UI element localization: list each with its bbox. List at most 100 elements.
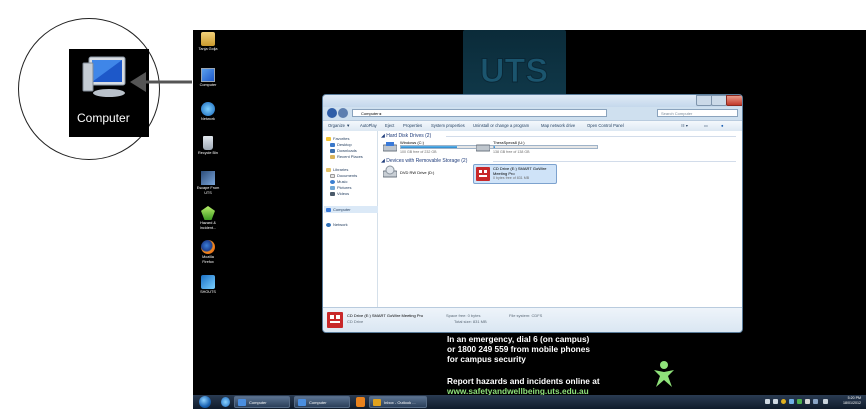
- preview-pane-button[interactable]: ▭: [704, 123, 708, 128]
- network-icon: [201, 102, 215, 116]
- system-properties-button[interactable]: System properties: [431, 123, 465, 128]
- computer-icon: [298, 399, 306, 406]
- drive-c-usage-fill: [401, 146, 457, 148]
- music-icon: [330, 179, 335, 184]
- drive-cd-selected[interactable]: CD Drive (E:) SMART GoWire Meeting Pro 0…: [473, 164, 557, 184]
- drive-u-usage-fill: [494, 146, 496, 148]
- tray-icon[interactable]: [781, 399, 786, 404]
- nav-libraries[interactable]: Libraries: [326, 167, 348, 172]
- content-pane: ◢ Hard Disk Drives (2) Windows (C:) 100 …: [378, 131, 742, 307]
- hazard-figure-icon: [654, 361, 674, 387]
- computer-icon: [326, 207, 331, 212]
- help-icon[interactable]: ●: [721, 123, 724, 128]
- firefox-icon: [201, 240, 215, 254]
- tray-icon[interactable]: [773, 399, 778, 404]
- eject-button[interactable]: Eject: [385, 123, 394, 128]
- desktop-icon-shouts[interactable]: SHOUTS: [196, 275, 220, 295]
- nav-desktop[interactable]: Desktop: [330, 142, 352, 147]
- computer-icon: [201, 68, 215, 82]
- internet-explorer-icon[interactable]: [221, 397, 230, 407]
- media-player-icon[interactable]: [356, 397, 365, 407]
- outlook-icon: [373, 399, 381, 406]
- desktop-icon-escape[interactable]: Escape From UTS: [196, 171, 220, 195]
- tray-icon[interactable]: [765, 399, 770, 404]
- callout-arrow: [130, 72, 192, 92]
- nav-favorites[interactable]: Favorites: [326, 136, 349, 141]
- control-panel-button[interactable]: Open Control Panel: [587, 123, 624, 128]
- properties-button[interactable]: Properties: [403, 123, 422, 128]
- hard-drive-icon: [476, 144, 490, 152]
- search-input[interactable]: Search Computer: [657, 109, 738, 117]
- documents-icon: [330, 173, 335, 178]
- group-header-removable[interactable]: ◢ Devices with Removable Storage (2): [381, 158, 467, 164]
- group-divider: [446, 136, 736, 137]
- address-row: Computer ▸ Search Computer: [327, 108, 738, 118]
- nav-documents[interactable]: Documents: [330, 173, 357, 178]
- hazard-icon: [201, 206, 215, 220]
- views-button[interactable]: ☷ ▾: [681, 123, 688, 128]
- svg-text:UTS: UTS: [480, 52, 548, 90]
- star-icon: [326, 136, 331, 141]
- emergency-message: In an emergency, dial 6 (on campus) or 1…: [447, 334, 590, 364]
- nav-music[interactable]: Music: [330, 179, 347, 184]
- recent-places-icon: [330, 154, 335, 159]
- volume-icon[interactable]: [823, 399, 828, 404]
- group-divider: [493, 161, 736, 162]
- details-pane: CD Drive (E:) SMART GoWire Meeting Pro C…: [323, 307, 742, 332]
- desktop: Tanja Golja Computer Network Recycle Bin…: [193, 30, 866, 409]
- organize-button[interactable]: Organize ▼: [328, 123, 350, 128]
- user-folder-icon: [201, 32, 215, 46]
- nav-downloads[interactable]: Downloads: [330, 148, 357, 153]
- minimize-button[interactable]: [696, 95, 712, 106]
- network-icon: [326, 222, 331, 227]
- desktop-icon-user[interactable]: Tanja Golja: [196, 32, 220, 52]
- nav-network[interactable]: Network: [326, 222, 348, 227]
- videos-icon: [330, 191, 335, 196]
- uninstall-button[interactable]: Uninstall or change a program: [473, 123, 529, 128]
- desktop-icon-recycle-bin[interactable]: Recycle Bin: [196, 136, 220, 156]
- escape-icon: [201, 171, 215, 185]
- desktop-icon-hazard[interactable]: Hazard & Incident...: [196, 206, 220, 230]
- taskbar-button-outlook[interactable]: Inbox - Outlook ...: [369, 396, 427, 408]
- smart-meeting-pro-icon: [327, 312, 343, 328]
- desktop-icon-computer[interactable]: Computer: [196, 68, 220, 88]
- downloads-icon: [330, 148, 335, 153]
- report-message: Report hazards and incidents online at w…: [447, 376, 600, 396]
- pictures-icon: [330, 185, 335, 190]
- hard-drive-icon: [383, 142, 397, 152]
- nav-computer[interactable]: Computer: [324, 206, 378, 213]
- explorer-window: Computer ▸ Search Computer Organize ▼ Au…: [322, 94, 743, 333]
- libraries-icon: [326, 167, 331, 172]
- dvd-drive-icon: [383, 165, 397, 178]
- maximize-button[interactable]: [711, 95, 727, 106]
- taskbar-button-computer-1[interactable]: Computer: [234, 396, 290, 408]
- desktop-icon-network[interactable]: Network: [196, 102, 220, 122]
- title-bar[interactable]: [323, 95, 742, 107]
- nav-videos[interactable]: Videos: [330, 191, 349, 196]
- nav-pictures[interactable]: Pictures: [330, 185, 351, 190]
- drive-u-usage-bar: [493, 145, 598, 149]
- close-button[interactable]: [726, 95, 742, 106]
- callout-label: Computer: [77, 111, 130, 125]
- clock[interactable]: 5:20 PM 18/01/2012: [843, 396, 861, 406]
- address-bar[interactable]: Computer ▸: [352, 109, 607, 117]
- map-drive-button[interactable]: Map network drive: [541, 123, 575, 128]
- network-status-icon[interactable]: [813, 399, 818, 404]
- start-button[interactable]: [199, 396, 211, 408]
- computer-icon: [238, 399, 246, 406]
- back-button[interactable]: [327, 108, 337, 118]
- recycle-bin-icon: [203, 136, 213, 150]
- desktop-icon: [330, 142, 335, 147]
- taskbar: Computer Computer Inbox - Outlook ... 5:…: [193, 395, 866, 409]
- tray-icon[interactable]: [789, 399, 794, 404]
- nav-recent[interactable]: Recent Places: [330, 154, 363, 159]
- tray-icon[interactable]: [797, 399, 802, 404]
- autoplay-button[interactable]: AutoPlay: [360, 123, 377, 128]
- smart-meeting-pro-icon: [476, 167, 490, 181]
- group-header-hdd[interactable]: ◢ Hard Disk Drives (2): [381, 133, 431, 139]
- tray-icon[interactable]: [805, 399, 810, 404]
- taskbar-button-computer-2[interactable]: Computer: [294, 396, 350, 408]
- navigation-pane: Favorites Desktop Downloads Recent Place…: [323, 131, 378, 307]
- forward-button[interactable]: [338, 108, 348, 118]
- desktop-icon-firefox[interactable]: Mozilla Firefox: [196, 240, 220, 264]
